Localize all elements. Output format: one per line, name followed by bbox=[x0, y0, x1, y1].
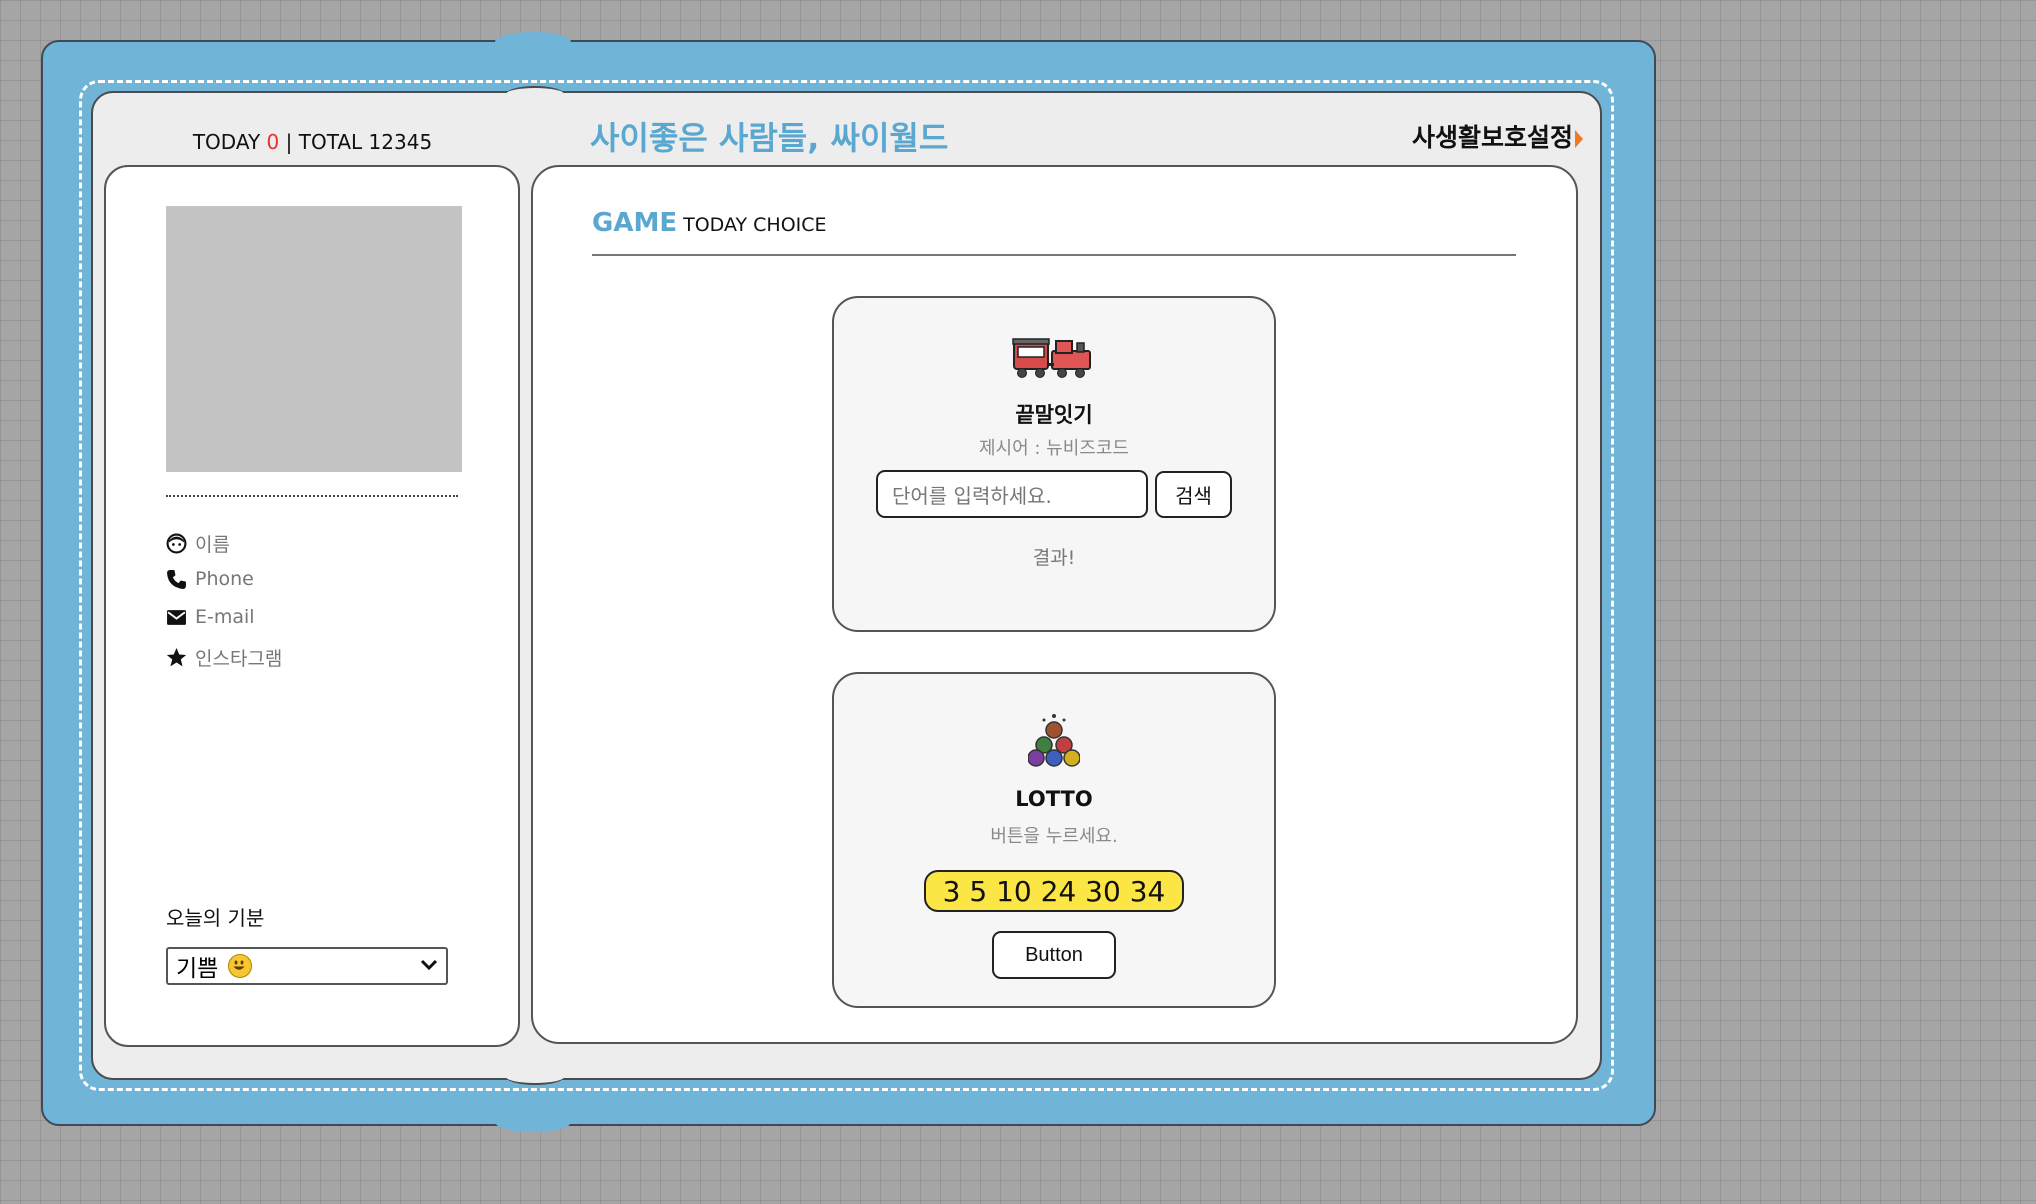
word-chain-result: 결과! bbox=[1032, 547, 1076, 569]
total-count: 12345 bbox=[368, 130, 433, 154]
phone-icon bbox=[167, 569, 186, 589]
lotto-title: LOTTO bbox=[1015, 787, 1093, 811]
star-icon bbox=[166, 648, 187, 667]
site-title: 사이좋은 사람들, 싸이월드 bbox=[590, 119, 949, 157]
mood-select[interactable]: 기쁨 bbox=[166, 947, 448, 985]
mood-label: 오늘의 기분 bbox=[166, 906, 265, 930]
profile-field-name: 이름 bbox=[166, 530, 230, 557]
word-chain-title: 끝말잇기 bbox=[1015, 403, 1093, 427]
train-icon bbox=[1012, 338, 1091, 378]
profile-field-instagram: 인스타그램 bbox=[166, 644, 282, 671]
frame-notch-top bbox=[495, 32, 571, 52]
face-icon bbox=[166, 533, 187, 554]
word-chain-prompt: 제시어 : 뉴비즈코드 bbox=[979, 438, 1129, 459]
lotto-balls-icon bbox=[1028, 714, 1080, 767]
search-button[interactable]: 검색 bbox=[1155, 471, 1232, 518]
privacy-settings-link[interactable]: 사생활보호설정 bbox=[1412, 118, 1584, 154]
paper-ridge-bottom bbox=[506, 1069, 564, 1085]
word-input-placeholder: 단어를 입력하세요. bbox=[892, 483, 1052, 508]
game-divider bbox=[592, 254, 1516, 256]
mail-icon bbox=[167, 609, 186, 625]
lotto-numbers: 3 5 10 24 30 34 bbox=[924, 870, 1184, 912]
game-heading: GAME TODAY CHOICE bbox=[592, 208, 827, 238]
profile-field-phone: Phone bbox=[166, 568, 254, 590]
frame-notch-bottom bbox=[495, 1112, 571, 1132]
chevron-down-icon bbox=[420, 959, 438, 971]
lotto-prompt: 버튼을 누르세요. bbox=[990, 826, 1118, 847]
arrow-right-icon bbox=[1575, 130, 1584, 148]
profile-photo bbox=[166, 206, 462, 472]
paper-ridge-top bbox=[506, 86, 564, 102]
today-count: 0 bbox=[266, 130, 280, 154]
profile-field-email: E-mail bbox=[166, 606, 255, 628]
smiley-icon bbox=[228, 954, 253, 978]
visitor-counter: TODAY 0 | TOTAL 12345 bbox=[192, 130, 433, 154]
mood-value: 기쁨 bbox=[176, 956, 219, 982]
word-input[interactable]: 단어를 입력하세요. bbox=[876, 470, 1148, 518]
lotto-draw-button[interactable]: Button bbox=[992, 931, 1116, 979]
profile-divider bbox=[166, 495, 458, 497]
